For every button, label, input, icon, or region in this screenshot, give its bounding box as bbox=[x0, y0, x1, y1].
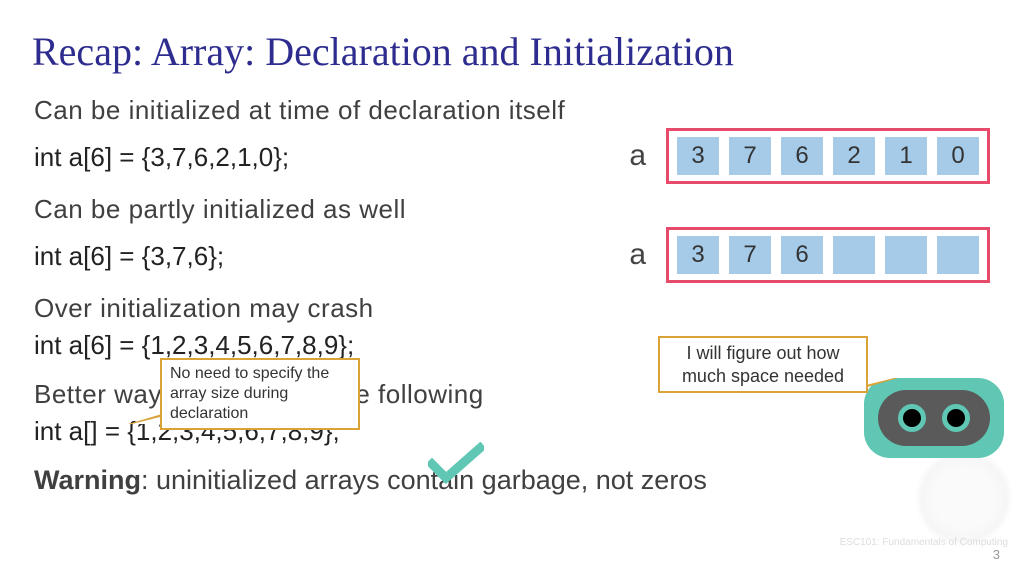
checkmark-icon bbox=[428, 442, 484, 486]
text-line: Can be partly initialized as well bbox=[34, 192, 990, 227]
array-cell: 7 bbox=[729, 137, 771, 175]
array-label: a bbox=[629, 136, 646, 177]
callout-tail-icon bbox=[128, 414, 162, 424]
array-cell: 6 bbox=[781, 137, 823, 175]
robot-eye-icon bbox=[898, 404, 926, 432]
callout-figure-out: I will figure out how much space needed bbox=[658, 336, 868, 393]
watermark-text: ESC101: Fundamentals of Computing bbox=[840, 537, 1008, 548]
array-cell: 3 bbox=[677, 137, 719, 175]
array-cell: 3 bbox=[677, 236, 719, 274]
array-cell: 6 bbox=[781, 236, 823, 274]
section-partial-init: Can be partly initialized as well int a[… bbox=[34, 192, 990, 283]
array-cell bbox=[885, 236, 927, 274]
watermark-seal-icon bbox=[914, 448, 1014, 548]
warning-line: Warning: uninitialized arrays contain ga… bbox=[34, 462, 990, 498]
array-cell: 7 bbox=[729, 236, 771, 274]
code-line: int a[6] = {3,7,6}; bbox=[34, 239, 224, 274]
callout-no-size: No need to specify the array size during… bbox=[160, 358, 360, 430]
code-line: int a[6] = {3,7,6,2,1,0}; bbox=[34, 140, 289, 175]
callout-tail-icon bbox=[864, 378, 898, 388]
robot-eye-icon bbox=[942, 404, 970, 432]
robot-character bbox=[864, 378, 1004, 458]
robot-face bbox=[878, 390, 990, 446]
warning-text: : uninitialized arrays contain garbage, … bbox=[141, 465, 707, 495]
warning-bold: Warning bbox=[34, 465, 141, 495]
page-number: 3 bbox=[993, 547, 1000, 562]
section-full-init: Can be initialized at time of declaratio… bbox=[34, 93, 990, 184]
array-cell: 0 bbox=[937, 137, 979, 175]
text-line: Can be initialized at time of declaratio… bbox=[34, 93, 990, 128]
array-cell: 2 bbox=[833, 137, 875, 175]
array-cell bbox=[833, 236, 875, 274]
array-cell bbox=[937, 236, 979, 274]
array-visual: 3 7 6 bbox=[666, 227, 990, 283]
array-cell: 1 bbox=[885, 137, 927, 175]
array-label: a bbox=[629, 235, 646, 276]
array-visual: 3 7 6 2 1 0 bbox=[666, 128, 990, 184]
text-line: Over initialization may crash bbox=[34, 291, 990, 326]
page-title: Recap: Array: Declaration and Initializa… bbox=[0, 0, 1024, 75]
